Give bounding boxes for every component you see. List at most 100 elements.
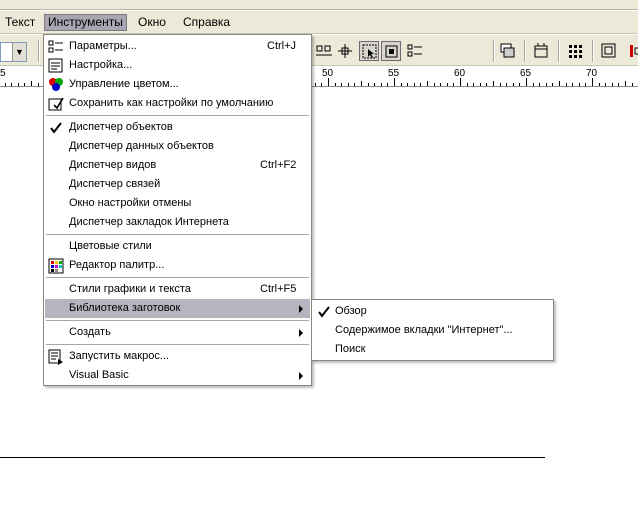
menu-item-label: Диспетчер связей: [69, 178, 161, 190]
menu-item-internet-bookmarks[interactable]: Диспетчер закладок Интернета: [45, 213, 310, 232]
ruler-tick: [618, 83, 619, 86]
ruler-tick: [480, 83, 481, 86]
checkmark-icon: [50, 122, 62, 134]
menu-text[interactable]: Текст: [2, 14, 38, 31]
ruler-tick: [321, 83, 322, 86]
tools-menu: Параметры... Ctrl+J Настройка... Управле…: [43, 34, 312, 386]
submenu-item-internet-contents[interactable]: Содержимое вкладки "Интернет"...: [313, 321, 552, 340]
ruler-tick: [473, 83, 474, 86]
ruler-tick: [460, 78, 461, 86]
menu-item-view-manager[interactable]: Диспетчер видов Ctrl+F2: [45, 156, 310, 175]
menu-item-color-management[interactable]: Управление цветом...: [45, 75, 310, 94]
red-tool-button[interactable]: [626, 41, 638, 61]
menu-item-customize[interactable]: Настройка...: [45, 56, 310, 75]
macro-icon: [48, 349, 63, 365]
checkmark-icon: [318, 306, 330, 318]
menu-item-run-macro[interactable]: Запустить макрос...: [45, 347, 310, 366]
ruler-tick: [407, 83, 408, 86]
ruler-tick: [414, 83, 415, 86]
ruler-tick: [335, 83, 336, 86]
ruler-tick: [625, 81, 626, 86]
submenu-item-browse[interactable]: Обзор: [313, 302, 552, 321]
list-button[interactable]: [405, 41, 425, 61]
submenu-item-search[interactable]: Поиск: [313, 340, 552, 359]
ruler-tick: [500, 83, 501, 86]
zoom-combo[interactable]: ▼: [0, 42, 27, 62]
snap-button[interactable]: [335, 41, 355, 61]
menu-separator: [46, 234, 309, 236]
ruler-tick: [315, 83, 316, 86]
ruler-tick: [493, 81, 494, 86]
menu-item-undo-docker[interactable]: Окно настройки отмены: [45, 194, 310, 213]
menu-item-shortcut: Ctrl+J: [267, 40, 297, 52]
menu-item-palette-editor[interactable]: Редактор палитр...: [45, 256, 310, 275]
save-defaults-icon: [48, 97, 64, 111]
align-button[interactable]: [314, 41, 334, 61]
menu-window[interactable]: Окно: [135, 14, 169, 31]
ruler-tick: [24, 83, 25, 86]
ruler-tick: [519, 83, 520, 86]
menu-item-label: Цветовые стили: [69, 240, 152, 252]
menu-item-save-defaults[interactable]: Сохранить как настройки по умолчанию: [45, 94, 310, 113]
red-tool-icon: [630, 45, 638, 57]
ruler-tick: [440, 83, 441, 86]
toolbar-separator: [592, 40, 594, 62]
menu-item-label: Стили графики и текста: [69, 283, 191, 295]
ruler-tick: [605, 83, 606, 86]
ruler-tick: [434, 83, 435, 86]
menu-item-link-manager[interactable]: Диспетчер связей: [45, 175, 310, 194]
submenu-arrow-icon: [299, 305, 303, 313]
grid-button[interactable]: [566, 41, 586, 61]
menu-item-graphic-text-styles[interactable]: Стили графики и текста Ctrl+F5: [45, 280, 310, 299]
menu-item-label: Диспетчер закладок Интернета: [69, 216, 229, 228]
menu-item-label: Параметры...: [69, 40, 137, 52]
menu-item-color-styles[interactable]: Цветовые стили: [45, 237, 310, 256]
ruler-tick: [612, 83, 613, 86]
ruler-tick: [420, 83, 421, 86]
menu-separator: [46, 115, 309, 117]
menu-item-shortcut: Ctrl+F5: [260, 283, 297, 295]
ruler-tick: [546, 83, 547, 86]
ruler-tick: [453, 83, 454, 86]
menu-item-object-manager[interactable]: Диспетчер объектов: [45, 118, 310, 137]
ruler-tick: [592, 78, 593, 86]
palette-icon: [48, 258, 64, 274]
menu-help[interactable]: Справка: [180, 14, 233, 31]
ruler-tick: [341, 83, 342, 86]
chevron-down-icon[interactable]: ▼: [12, 43, 26, 61]
ruler-tick: [559, 81, 560, 86]
menu-item-label: Visual Basic: [69, 369, 129, 381]
menu-item-create[interactable]: Создать: [45, 323, 310, 342]
menu-item-label: Диспетчер видов: [69, 159, 157, 171]
ruler-tick: [328, 78, 329, 86]
select-button[interactable]: [359, 41, 379, 61]
window-top-edge: [0, 0, 638, 10]
menu-item-options[interactable]: Параметры... Ctrl+J: [45, 37, 310, 56]
ruler-tick: [368, 83, 369, 86]
grid-icon: [569, 45, 582, 58]
page-setup-button[interactable]: [531, 41, 551, 61]
ruler-tick: [18, 83, 19, 86]
ruler-tick: [348, 83, 349, 86]
options-icon: [48, 40, 63, 53]
ruler-tick: [632, 83, 633, 86]
menu-bar: Текст Инструменты Окно Справка: [0, 11, 638, 34]
ruler-tick: [31, 81, 32, 86]
menu-tools[interactable]: Инструменты: [44, 14, 127, 31]
ruler-tick: [11, 83, 12, 86]
frame-button[interactable]: [381, 41, 401, 61]
ruler-tick: [387, 83, 388, 86]
ruler-tick: [5, 83, 6, 86]
frame-style-button[interactable]: [599, 41, 619, 61]
page-border-line: [0, 457, 545, 458]
layers-button[interactable]: [498, 41, 518, 61]
ruler-tick: [467, 83, 468, 86]
menu-item-shortcut: Ctrl+F2: [260, 159, 297, 171]
ruler-tick: [533, 83, 534, 86]
scrapbook-submenu: Обзор Содержимое вкладки "Интернет"... П…: [311, 299, 554, 361]
menu-item-object-data-manager[interactable]: Диспетчер данных объектов: [45, 137, 310, 156]
ruler-tick: [38, 83, 39, 86]
menu-item-visual-basic[interactable]: Visual Basic: [45, 366, 310, 385]
ruler-label: 5: [0, 68, 6, 79]
menu-item-scrapbook[interactable]: Библиотека заготовок: [45, 299, 310, 318]
